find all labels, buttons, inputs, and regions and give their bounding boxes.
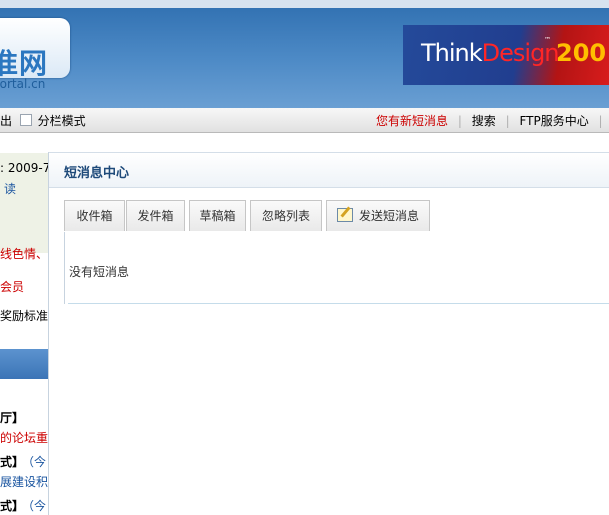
- header-top-strip: [0, 0, 609, 8]
- nav-separator: |: [457, 114, 462, 128]
- message-center-dialog: 短消息中心 收件箱 发件箱 草稿箱 忽略列表 发送短消息 没有短消息: [48, 152, 609, 515]
- tab-send-message-label: 发送短消息: [358, 209, 419, 223]
- thinkdesign-banner[interactable]: ThinkDesign ™ 200: [403, 25, 609, 85]
- search-link[interactable]: 搜索: [472, 114, 496, 128]
- empty-message-text: 没有短消息: [69, 265, 130, 279]
- tab-outbox[interactable]: 发件箱: [126, 200, 185, 231]
- left-bracket-3: 式】: [0, 499, 25, 513]
- site-logo[interactable]: 准网 portal.cn: [0, 18, 70, 91]
- left-column: : 2009-7- 读 线色情、政 会员 奖励标准 厅】 的论坛重 式】 （今日…: [0, 133, 52, 515]
- left-forum-link[interactable]: 的论坛重: [0, 429, 48, 446]
- banner-brand: ThinkDesign: [421, 39, 560, 67]
- banner-year: 200: [556, 39, 607, 67]
- nav-right-group: 您有新短消息 | 搜索 | FTP服务中心 | 打工: [376, 112, 609, 129]
- content-divider: [68, 303, 609, 304]
- left-section-header: [0, 349, 52, 379]
- message-list-area: 没有短消息: [64, 232, 609, 304]
- logo-url: portal.cn: [0, 77, 46, 91]
- site-header: 准网 portal.cn ThinkDesign ™ 200: [0, 0, 609, 108]
- compose-icon: [336, 208, 353, 222]
- left-date: : 2009-7-: [0, 161, 52, 175]
- tab-send-message[interactable]: 发送短消息: [326, 200, 430, 231]
- nav-separator: |: [598, 114, 603, 128]
- new-message-link[interactable]: 您有新短消息: [376, 114, 448, 128]
- left-develop-link[interactable]: 展建设积: [0, 473, 48, 490]
- top-nav-bar: 出 分栏模式 您有新短消息 | 搜索 | FTP服务中心 | 打工: [0, 108, 609, 133]
- left-reward-link[interactable]: 奖励标准: [0, 307, 48, 324]
- logo-text: 准网: [0, 47, 49, 80]
- message-tabs: 收件箱 发件箱 草稿箱 忽略列表 发送短消息: [64, 200, 609, 233]
- banner-trademark: ™: [544, 36, 551, 44]
- left-bracket-2: 式】: [0, 455, 25, 469]
- split-mode-label[interactable]: 分栏模式: [38, 114, 86, 128]
- banner-brand-think: Think: [421, 39, 483, 67]
- nav-separator: |: [505, 114, 510, 128]
- dialog-title: 短消息中心: [64, 166, 130, 181]
- tab-drafts[interactable]: 草稿箱: [189, 200, 246, 231]
- left-bracket-1: 厅】: [0, 411, 25, 425]
- left-read-link[interactable]: 读: [4, 180, 16, 197]
- logout-link[interactable]: 出: [0, 114, 12, 128]
- split-mode-checkbox[interactable]: [19, 114, 32, 126]
- tab-ignore-list[interactable]: 忽略列表: [250, 200, 322, 231]
- nav-left-group: 出 分栏模式: [0, 112, 86, 129]
- tab-inbox[interactable]: 收件箱: [64, 200, 125, 231]
- left-member-link[interactable]: 会员: [0, 278, 24, 295]
- dialog-header: 短消息中心: [49, 152, 609, 188]
- left-warning-text: 线色情、政: [0, 247, 52, 261]
- ftp-link[interactable]: FTP服务中心: [519, 114, 588, 128]
